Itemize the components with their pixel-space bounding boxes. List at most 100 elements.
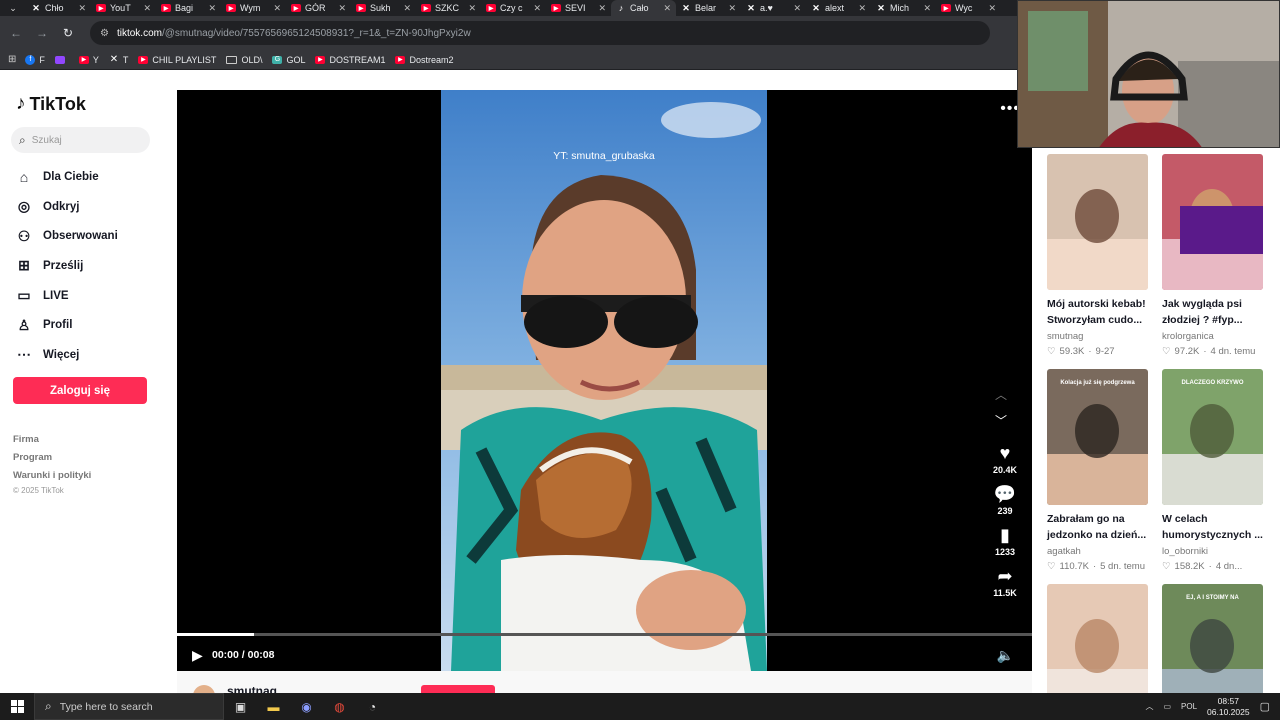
language-indicator[interactable]: POL <box>1181 702 1197 711</box>
tab-2[interactable]: ▶ Bagi ✕ <box>156 0 221 16</box>
tab-close-icon[interactable]: ✕ <box>143 3 151 14</box>
share-action[interactable]: ➦ 11.5K <box>985 565 1025 598</box>
clock[interactable]: 08:57 06.10.2025 <box>1207 696 1250 718</box>
obs-icon[interactable]: ◔ <box>356 693 389 720</box>
recommended-video[interactable]: Mój autorski kebab! Stworzyłam cudo... sm… <box>1047 154 1148 357</box>
sidebar-item-5[interactable]: ♙ Profil <box>15 310 160 340</box>
tab-4[interactable]: ▶ GÓR ✕ <box>286 0 351 16</box>
tab-5[interactable]: ▶ Sukh ✕ <box>351 0 416 16</box>
tiktok-logo[interactable]: ♪ TikTok <box>16 93 86 115</box>
bookmark-1[interactable] <box>54 55 69 65</box>
search-input[interactable] <box>31 134 132 146</box>
tab-search-button[interactable]: ⌄ <box>0 0 26 16</box>
bookmark-0[interactable]: fF <box>25 54 45 65</box>
next-video-icon[interactable]: ﹀ <box>995 412 1007 429</box>
tab-1[interactable]: ▶ YouT ✕ <box>91 0 156 16</box>
login-button[interactable]: Zaloguj się <box>13 377 147 404</box>
recommended-video[interactable]: DLACZEGO KRZYWO W celach humorystycznych … <box>1162 369 1263 572</box>
tab-13[interactable]: ✕ Mich ✕ <box>871 0 936 16</box>
video-title[interactable]: Zabrałam go na jedzonko na dzień... <box>1047 512 1148 543</box>
bookmark-6[interactable]: G GOL <box>272 55 305 65</box>
windows-start-icon[interactable] <box>0 693 34 720</box>
sidebar-item-2[interactable]: ⚇ Obserwowani <box>15 221 160 251</box>
video-author[interactable]: smutnag <box>1047 331 1148 342</box>
tab-close-icon[interactable]: ✕ <box>598 3 606 14</box>
sidebar-item-3[interactable]: ⊞ Prześlij <box>15 251 160 281</box>
bookmark-3[interactable]: ✕ T <box>109 54 129 65</box>
footer-link-program[interactable]: Program <box>13 449 91 467</box>
file-explorer-icon[interactable]: ▬ <box>257 693 290 720</box>
progress-bar[interactable] <box>177 633 1032 636</box>
video-author[interactable]: lo_oborniki <box>1162 546 1263 557</box>
video-author[interactable]: krolorganica <box>1162 331 1263 342</box>
tab-close-icon[interactable]: ✕ <box>923 3 931 14</box>
tab-close-icon[interactable]: ✕ <box>403 3 411 14</box>
apps-icon[interactable]: ⊞ <box>8 54 16 65</box>
comment-icon[interactable]: 💬 <box>994 483 1016 505</box>
taskbar-search[interactable]: ⌕ <box>34 693 224 720</box>
video-frame[interactable]: YT: smutna_grubaska <box>441 90 767 671</box>
forward-button[interactable]: → <box>34 25 50 41</box>
task-view-icon[interactable]: ▣ <box>224 693 257 720</box>
sidebar-item-1[interactable]: ◎ Odkryj <box>15 192 160 222</box>
comment-action[interactable]: 💬 239 <box>985 483 1025 516</box>
video-thumbnail[interactable]: DLACZEGO KRZYWO <box>1162 369 1263 505</box>
tab-close-icon[interactable]: ✕ <box>208 3 216 14</box>
tab-11[interactable]: ✕ a.♥ ✕ <box>741 0 806 16</box>
tab-close-icon[interactable]: ✕ <box>533 3 541 14</box>
tab-close-icon[interactable]: ✕ <box>338 3 346 14</box>
author-avatar[interactable] <box>193 685 215 693</box>
tab-close-icon[interactable]: ✕ <box>793 3 801 14</box>
network-icon[interactable]: ▭ <box>1163 702 1171 711</box>
save-action[interactable]: ▮ 1233 <box>985 524 1025 557</box>
tab-12[interactable]: ✕ alext ✕ <box>806 0 871 16</box>
tab-0[interactable]: ✕ Chło ✕ <box>26 0 91 16</box>
tab-close-icon[interactable]: ✕ <box>728 3 736 14</box>
bookmark-icon[interactable]: ▮ <box>1000 524 1010 546</box>
tab-close-icon[interactable]: ✕ <box>273 3 281 14</box>
bookmark-7[interactable]: ▶ DOSTREAM1 <box>315 55 385 65</box>
video-title[interactable]: Jak wygląda psi złodziej ? #fyp... <box>1162 297 1263 328</box>
tab-close-icon[interactable]: ✕ <box>988 3 996 14</box>
follow-button[interactable] <box>421 685 495 693</box>
tab-close-icon[interactable]: ✕ <box>78 3 86 14</box>
video-title[interactable]: W celach humorystycznych ... <box>1162 512 1263 543</box>
tab-10[interactable]: ✕ Belar ✕ <box>676 0 741 16</box>
tab-close-icon[interactable]: ✕ <box>468 3 476 14</box>
video-thumbnail[interactable] <box>1162 154 1263 290</box>
video-author[interactable]: agatkah <box>1047 546 1148 557</box>
heart-icon[interactable]: ♥ <box>1000 442 1011 464</box>
notification-icon[interactable]: ▢ <box>1260 700 1270 713</box>
recommended-video[interactable]: Kolacja już się podgrzewa Zabrałam go na … <box>1047 369 1148 572</box>
tab-6[interactable]: ▶ SZKC ✕ <box>416 0 481 16</box>
sidebar-item-6[interactable]: ⋯ Więcej <box>15 340 160 370</box>
video-thumbnail[interactable]: Kolacja już się podgrzewa <box>1047 369 1148 505</box>
tab-9[interactable]: ♪ Cało ✕ <box>611 0 676 16</box>
video-title[interactable]: Mój autorski kebab! Stworzyłam cudo... <box>1047 297 1148 328</box>
previous-video-icon[interactable]: ︿ <box>995 386 1007 403</box>
bookmark-2[interactable]: ▶ Y <box>78 55 99 65</box>
sidebar-item-4[interactable]: ▭ LIVE <box>15 281 160 311</box>
bookmark-8[interactable]: ▶ Dostream2 <box>395 55 454 65</box>
chrome-icon[interactable]: ◍ <box>323 693 356 720</box>
tab-14[interactable]: ▶ Wyc ✕ <box>936 0 1001 16</box>
tray-chevron-icon[interactable]: ︿ <box>1145 701 1153 712</box>
volume-icon[interactable]: 🔈 <box>997 647 1014 664</box>
author-name[interactable]: smutnag <box>227 684 277 693</box>
taskbar-search-input[interactable] <box>59 700 210 713</box>
tab-7[interactable]: ▶ Czy c ✕ <box>481 0 546 16</box>
bookmark-5[interactable]: OLD\ <box>226 55 262 65</box>
video-thumbnail[interactable] <box>1047 154 1148 290</box>
tab-close-icon[interactable]: ✕ <box>663 3 671 14</box>
bookmark-4[interactable]: ▶ CHIL PLAYLIST <box>138 55 216 65</box>
share-icon[interactable]: ➦ <box>997 565 1012 587</box>
play-icon[interactable]: ▶ <box>192 647 208 664</box>
like-action[interactable]: ♥ 20.4K <box>985 442 1025 475</box>
sidebar-item-0[interactable]: ⌂ Dla Ciebie <box>15 162 160 192</box>
tab-8[interactable]: ▶ SEVI ✕ <box>546 0 611 16</box>
reload-button[interactable]: ↻ <box>60 25 76 41</box>
recommended-video[interactable]: Jak wygląda psi złodziej ? #fyp... krolor… <box>1162 154 1263 357</box>
tab-close-icon[interactable]: ✕ <box>858 3 866 14</box>
footer-link-company[interactable]: Firma <box>13 431 91 449</box>
tab-3[interactable]: ▶ Wym ✕ <box>221 0 286 16</box>
